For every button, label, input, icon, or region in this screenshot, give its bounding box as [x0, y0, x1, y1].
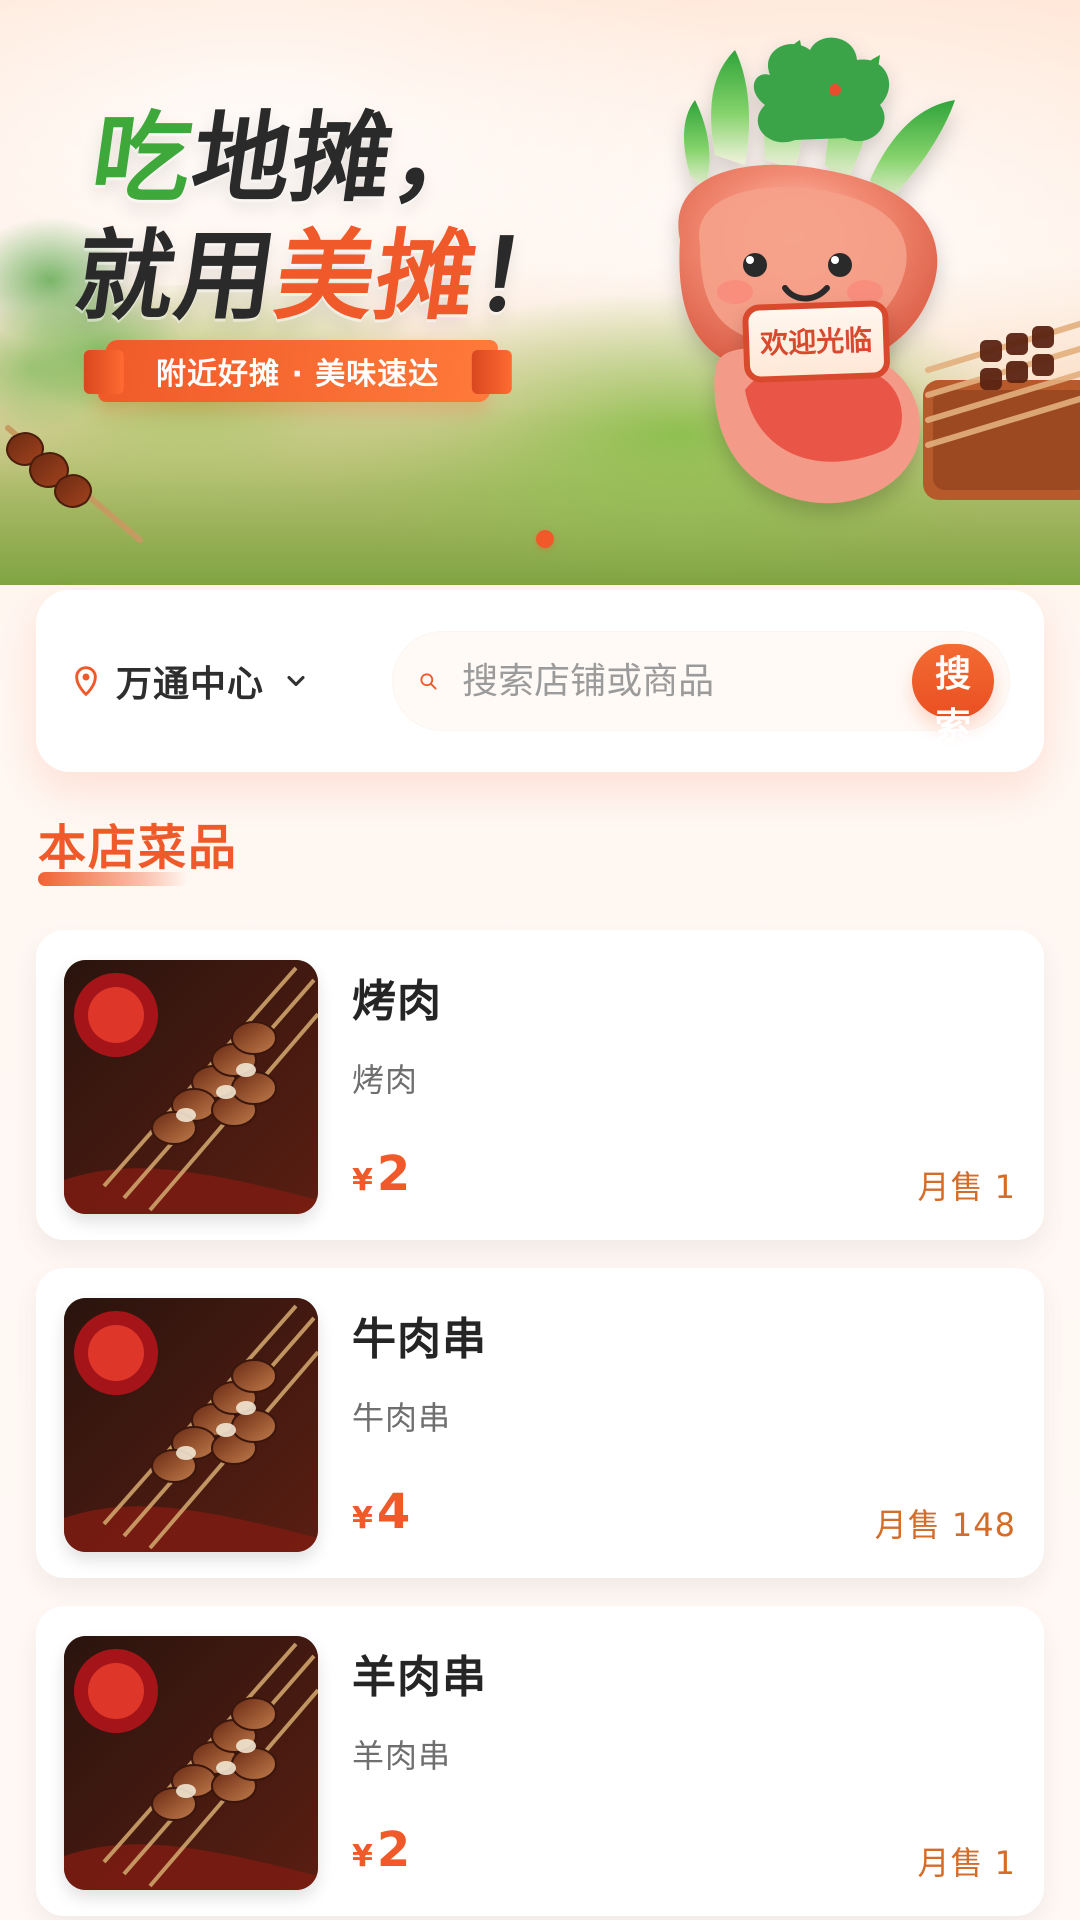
- skewer-food-illustration: [64, 1636, 318, 1890]
- skewer-food-illustration: [64, 960, 318, 1214]
- menu-items-list: 烤肉 烤肉 ¥ 2 月售 1 牛肉串 牛肉串 ¥ 4 月售 148 羊肉串 羊肉…: [36, 930, 1044, 1916]
- search-box: 搜索: [392, 631, 1010, 747]
- banner-headline-line-1-rest: 地摊，: [185, 102, 502, 216]
- app-page: 吃 地摊， 就用 美摊 ！ 附近好摊 · 美味速达 欢迎光临 万通中心 搜索店铺…: [0, 0, 1080, 1920]
- menu-item-name[interactable]: 羊肉串: [352, 1641, 487, 1705]
- location-selector[interactable]: 万通中心: [70, 655, 370, 707]
- search-button[interactable]: 搜索: [912, 644, 994, 747]
- mascot-sign-text: 欢迎光临: [759, 324, 873, 361]
- menu-item-description: 牛肉串: [352, 1399, 452, 1437]
- location-text: 万通中心: [116, 664, 265, 705]
- banner-headline-green: 吃: [85, 102, 202, 216]
- banner-headline-line-1: 吃 地摊，: [85, 102, 620, 216]
- menu-item-monthly-sales: 月售 1: [917, 1168, 1016, 1206]
- price-amount: 2: [376, 1146, 411, 1202]
- banner-ribbon: 附近好摊 · 美味速达: [96, 340, 500, 402]
- skewer-food-illustration: [64, 1298, 318, 1552]
- search-icon: [420, 673, 437, 690]
- promo-banner[interactable]: 吃 地摊， 就用 美摊 ！ 附近好摊 · 美味速达 欢迎光临: [0, 0, 1080, 585]
- banner-headline-line-2-suffix: ！: [468, 220, 585, 334]
- menu-item-monthly-sales: 月售 148: [874, 1506, 1016, 1544]
- banner-headline-line-2-prefix: 就用: [68, 220, 285, 334]
- menu-item-price: ¥ 2: [352, 1146, 410, 1202]
- menu-item-card[interactable]: 牛肉串 牛肉串 ¥ 4 月售 148: [36, 1268, 1044, 1578]
- search-input[interactable]: [460, 659, 913, 703]
- menu-item-description: 烤肉: [352, 1061, 419, 1099]
- price-amount: 4: [376, 1484, 411, 1540]
- menu-item-price: ¥ 4: [352, 1484, 410, 1540]
- menu-item-card[interactable]: 烤肉 烤肉 ¥ 2 月售 1: [36, 930, 1044, 1240]
- location-pin-icon: [75, 666, 97, 697]
- banner-headline: 吃 地摊， 就用 美摊 ！: [68, 102, 620, 334]
- search-card: 万通中心 搜索: [36, 590, 1044, 772]
- menu-item-price: ¥ 2: [352, 1822, 410, 1878]
- chevron-down-icon: [287, 675, 305, 687]
- banner-headline-line-2: 就用 美摊 ！: [68, 220, 604, 334]
- price-currency: ¥: [352, 1163, 373, 1198]
- banner-headline-orange: 美摊: [268, 220, 485, 334]
- price-currency: ¥: [352, 1501, 373, 1536]
- skewer-illustration: [5, 425, 143, 543]
- grill-illustration: [923, 320, 1080, 500]
- menu-item-description: 羊肉串: [352, 1737, 452, 1775]
- menu-item-card[interactable]: 羊肉串 羊肉串 ¥ 2 月售 1: [36, 1606, 1044, 1916]
- price-amount: 2: [376, 1822, 411, 1878]
- section-title: 本店菜品: [38, 820, 239, 876]
- banner-ribbon-text: 附近好摊 · 美味速达: [156, 357, 440, 392]
- menu-item-name[interactable]: 牛肉串: [352, 1303, 487, 1367]
- menu-item-monthly-sales: 月售 1: [917, 1844, 1016, 1882]
- price-currency: ¥: [352, 1839, 373, 1874]
- menu-item-image[interactable]: [64, 1298, 318, 1552]
- menu-item-image[interactable]: [64, 1636, 318, 1890]
- menu-item-name[interactable]: 烤肉: [352, 965, 442, 1029]
- menu-item-image[interactable]: [64, 960, 318, 1214]
- banner-pager-dot-active[interactable]: [536, 530, 554, 548]
